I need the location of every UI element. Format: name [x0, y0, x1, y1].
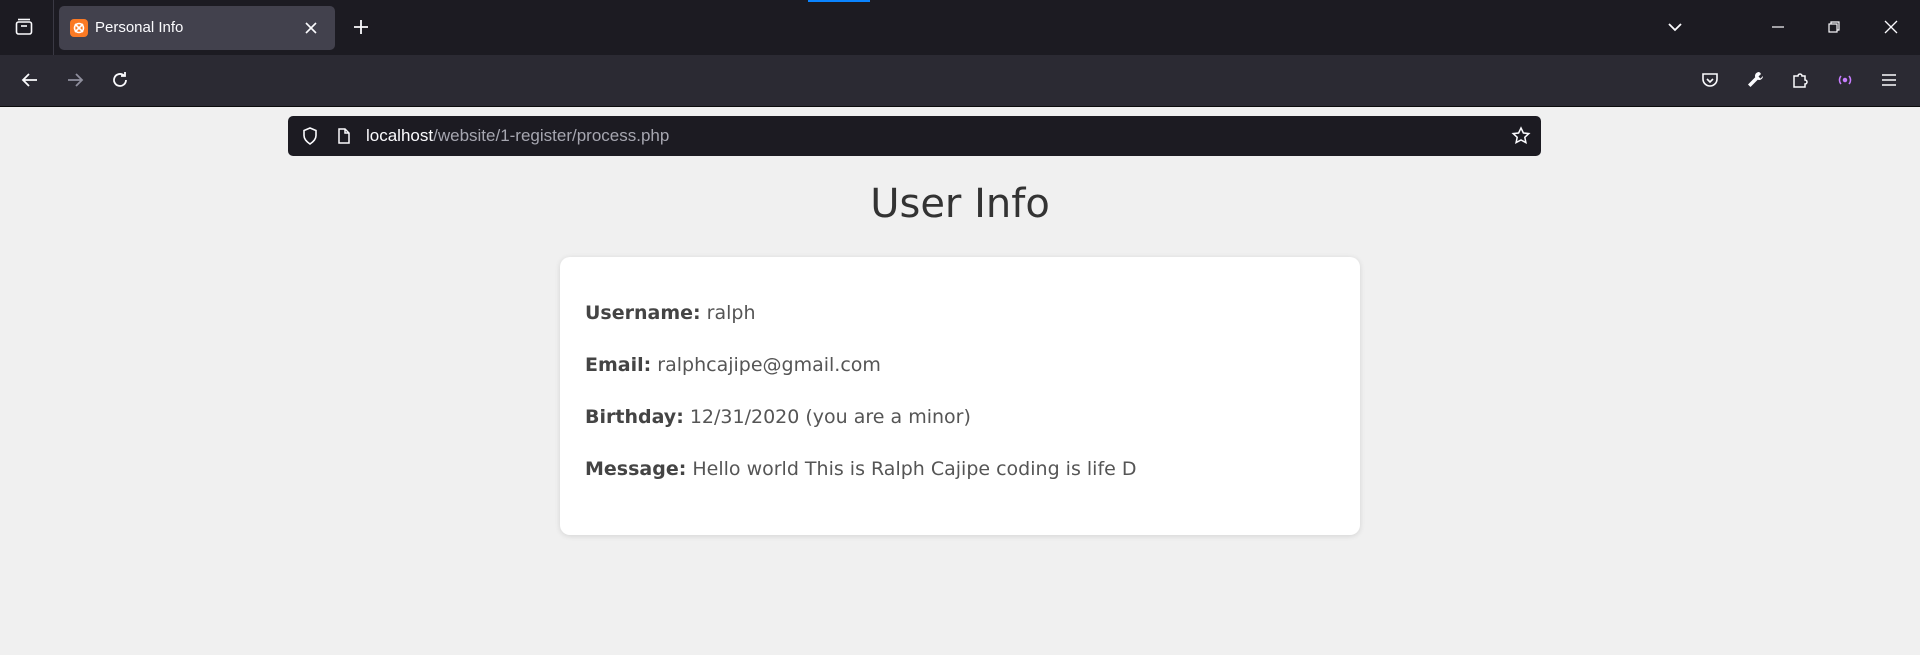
username-label: Username: [585, 302, 701, 324]
username-value: ralph [706, 302, 756, 324]
list-all-tabs-chevron-down-icon[interactable] [1655, 7, 1695, 47]
message-row: Message: Hello world This is Ralph Cajip… [585, 458, 1137, 480]
message-value: Hello world This is Ralph Cajipe coding … [692, 458, 1137, 480]
xampp-favicon-icon [70, 19, 88, 37]
developer-tools-wrench-icon[interactable] [1735, 60, 1775, 100]
firefox-view-icon[interactable] [4, 7, 44, 47]
birthday-value: 12/31/2020 (you are a minor) [689, 406, 971, 428]
back-arrow-icon[interactable] [10, 60, 50, 100]
message-label: Message: [585, 458, 687, 480]
hamburger-menu-icon[interactable] [1869, 60, 1909, 100]
close-window-icon[interactable] [1871, 7, 1911, 47]
tab-title: Personal Info [95, 19, 184, 36]
reload-icon[interactable] [100, 60, 140, 100]
email-label: Email: [585, 354, 652, 376]
new-tab-plus-icon[interactable] [341, 7, 381, 47]
birthday-row: Birthday: 12/31/2020 (you are a minor) [585, 406, 971, 428]
close-tab-icon[interactable] [291, 8, 331, 48]
page-title: User Info [870, 181, 1050, 227]
tab-personal-info[interactable]: Personal Info [59, 6, 335, 50]
page-content: User Info Username: ralph Email: ralphca… [0, 106, 1920, 655]
loading-indicator [808, 0, 870, 2]
tab-separator [53, 0, 54, 55]
pocket-icon[interactable] [1690, 60, 1730, 100]
restore-window-icon[interactable] [1814, 7, 1854, 47]
tab-bar: Personal Info [0, 0, 1920, 55]
minimize-window-icon[interactable] [1758, 7, 1798, 47]
birthday-label: Birthday: [585, 406, 684, 428]
forward-arrow-icon[interactable] [55, 60, 95, 100]
user-info-card: Username: ralph Email: ralphcajipe@gmail… [560, 257, 1360, 535]
email-row: Email: ralphcajipe@gmail.com [585, 354, 881, 376]
username-row: Username: ralph [585, 302, 756, 324]
navigation-toolbar: localhost/website/1-register/process.php [0, 55, 1920, 156]
email-value: ralphcajipe@gmail.com [657, 354, 881, 376]
broadcast-signal-icon[interactable] [1825, 60, 1865, 100]
extensions-puzzle-icon[interactable] [1780, 60, 1820, 100]
